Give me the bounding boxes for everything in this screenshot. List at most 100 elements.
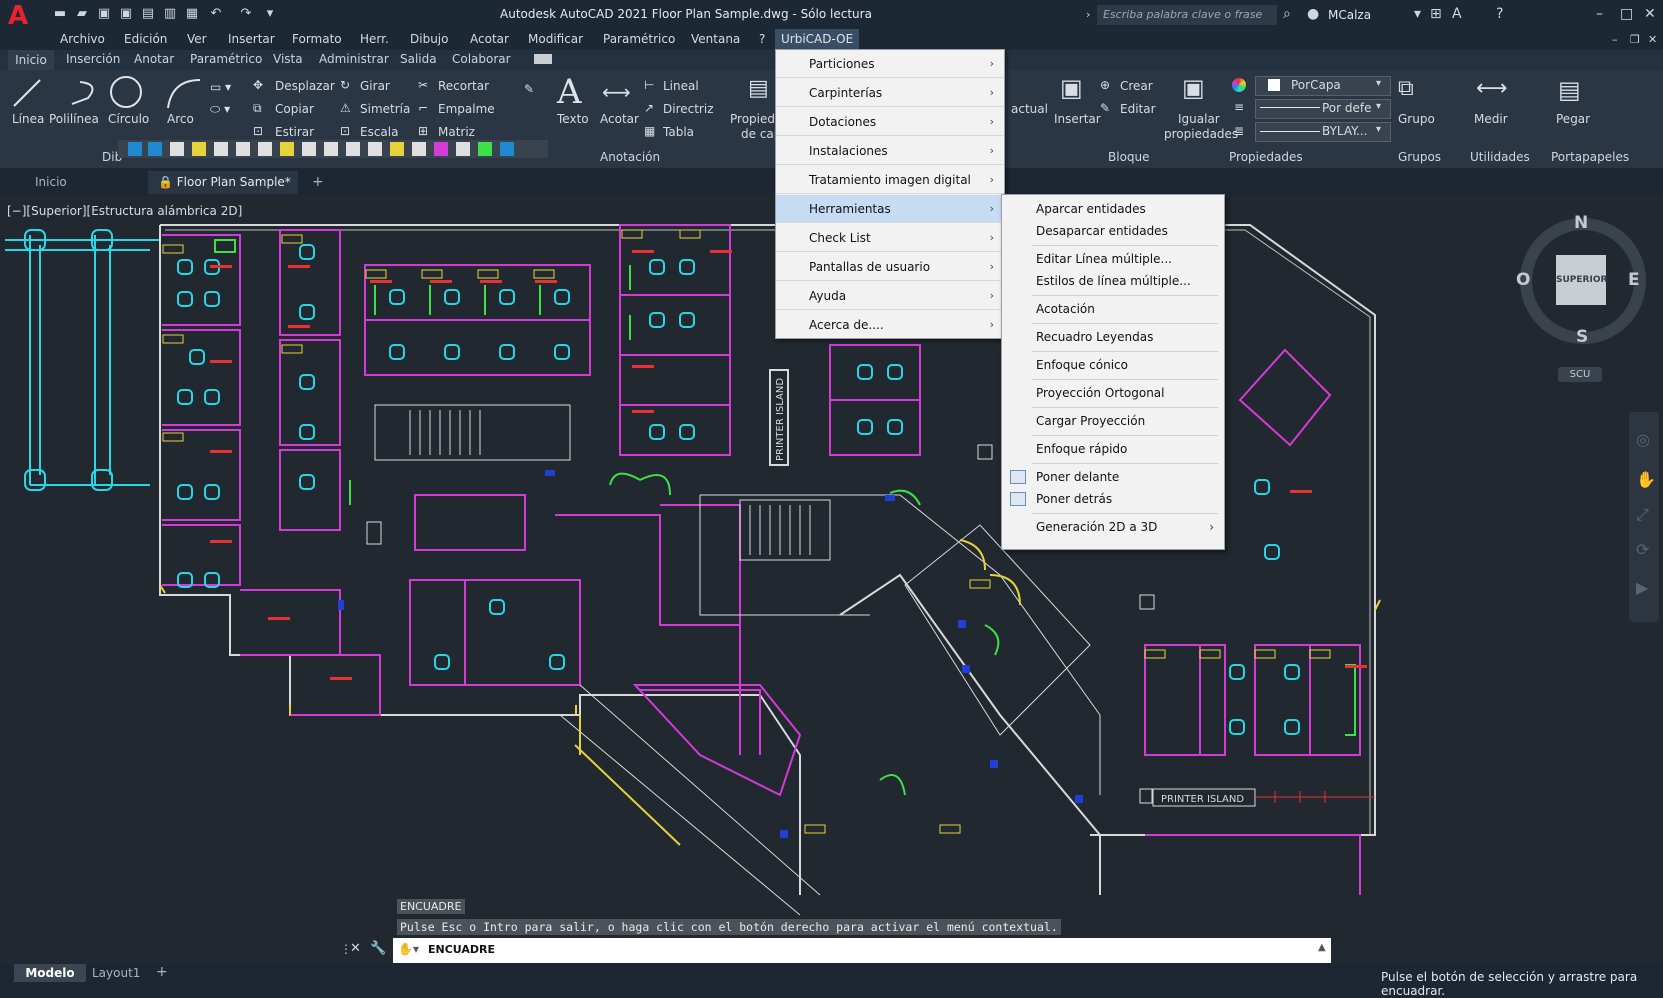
leader-button[interactable]: Directriz [663,102,714,116]
hatch-icon[interactable]: ⬭ ▾ [210,102,230,117]
menu-item-dotaciones[interactable]: Dotaciones › [776,108,1004,136]
fillet-button[interactable]: Empalme [438,102,495,116]
save-as-icon[interactable]: ▣ [118,6,134,22]
layer-properties-label-1[interactable]: Propied [730,112,775,126]
submenu-poner-delante[interactable]: Poner delante [1002,466,1224,488]
tab-vista[interactable]: Vista [273,52,303,66]
rotate-button[interactable]: Girar [360,79,390,93]
submenu-recuadro-leyendas[interactable]: Recuadro Leyendas [1002,326,1224,348]
menu-insertar[interactable]: Insertar [228,32,275,46]
mirror-button[interactable]: Simetría [360,102,410,116]
match-properties-label-1[interactable]: Igualar [1178,112,1220,126]
file-tab-document[interactable]: 🔒 Floor Plan Sample* ✕ [148,171,298,212]
menu-item-acerca-de[interactable]: Acerca de.... › [776,311,1004,339]
annotation-panel-title[interactable]: Anotación [600,150,660,164]
menu-item-check-list[interactable]: Check List › [776,224,1004,252]
new-tab-icon[interactable]: + [312,174,324,190]
menu-archivo[interactable]: Archivo [60,32,105,46]
linear-dim-button[interactable]: Lineal [663,79,699,93]
ucs-menu[interactable]: SCU [1558,367,1602,382]
menu-parametrico[interactable]: Paramétrico [603,32,675,46]
menu-item-carpinterias[interactable]: Carpinterías › [776,79,1004,107]
arc-tool-label[interactable]: Arco [167,112,194,126]
clipboard-panel-title[interactable]: Portapapeles [1551,150,1629,164]
cart-icon[interactable]: ⊞ [1430,6,1442,22]
polyline-tool-label[interactable]: Polilínea [49,112,99,126]
copy-button[interactable]: Copiar [275,102,314,116]
menu-ver[interactable]: Ver [187,32,207,46]
file-tab-home[interactable]: Inicio [10,171,140,194]
tab-colaborar[interactable]: Colaborar [452,52,511,66]
toolbar-icons-strip[interactable] [118,140,548,158]
tab-anotar[interactable]: Anotar [134,52,174,66]
line-tool-label[interactable]: Línea [12,112,44,126]
submenu-aparcar-entidades[interactable]: Aparcar entidades [1002,198,1224,220]
menu-herr[interactable]: Herr. [360,32,389,46]
share-icon[interactable]: ▥ [162,6,178,22]
array-button[interactable]: Matriz [438,125,475,139]
tab-administrar[interactable]: Administrar [319,52,389,66]
edit-button[interactable]: Editar [1120,102,1156,116]
ribbon-toggle-icon[interactable] [534,54,552,64]
menu-item-particiones[interactable]: Particiones › [776,50,1004,78]
redo-icon[interactable]: ↷ [238,6,254,22]
submenu-acotacion[interactable]: Acotación [1002,298,1224,320]
compass-west[interactable]: O [1516,270,1530,290]
color-wheel-icon[interactable] [1232,78,1246,92]
quick-access-dropdown-icon[interactable]: ▾ [262,6,278,22]
command-customize-icon[interactable]: 🔧 [370,941,386,956]
compass-north[interactable]: N [1574,213,1588,233]
menu-item-instalaciones[interactable]: Instalaciones › [776,137,1004,165]
text-button[interactable]: Texto [557,112,589,126]
trim-button[interactable]: Recortar [438,79,489,93]
block-panel-title[interactable]: Bloque [1108,150,1150,164]
circle-tool-label[interactable]: Círculo [108,112,149,126]
pencil-icon[interactable]: ✎ [524,82,534,96]
measure-button[interactable]: Medir [1474,112,1508,126]
insert-button[interactable]: Insertar [1054,112,1101,126]
menu-acotar[interactable]: Acotar [470,32,509,46]
close-icon[interactable]: ✕ [1644,6,1656,22]
command-line-text[interactable]: ENCUADRE [428,943,495,956]
menu-item-ayuda[interactable]: Ayuda › [776,282,1004,310]
submenu-editar-linea-multiple[interactable]: Editar Línea múltiple... [1002,248,1224,270]
open-folder-icon[interactable]: ▰ [74,6,90,22]
search-icon[interactable]: ⌕ [1283,6,1291,22]
menu-item-tratamiento-imagen[interactable]: Tratamiento imagen digital › [776,166,1004,194]
create-button[interactable]: Crear [1120,79,1153,93]
rectangle-icon[interactable]: ▭ ▾ [210,80,231,94]
add-layout-icon[interactable]: + [156,964,168,980]
tab-inicio[interactable]: Inicio [8,50,54,72]
paste-button[interactable]: Pegar [1556,112,1590,126]
menu-formato[interactable]: Formato [292,32,342,46]
steering-wheel-icon[interactable]: ◎ [1636,430,1650,449]
showmotion-icon[interactable]: ▶ [1636,578,1648,597]
menu-ventana[interactable]: Ventana [691,32,740,46]
table-button[interactable]: Tabla [663,125,694,139]
plot-icon[interactable]: ▦ [184,6,200,22]
submenu-generacion-2d-3d[interactable]: Generación 2D a 3D › [1002,516,1224,538]
menu-dibujo[interactable]: Dibujo [410,32,448,46]
submenu-desaparcar-entidades[interactable]: Desaparcar entidades [1002,220,1224,242]
submenu-estilos-linea-multiple[interactable]: Estilos de línea múltiple... [1002,270,1224,292]
command-line-input[interactable] [393,938,1331,963]
menu-urbicad[interactable]: UrbiCAD-OE [775,29,860,49]
doc-close-icon[interactable]: ✕ [1648,32,1657,48]
submenu-proyeccion-ortogonal[interactable]: Proyección Ortogonal [1002,382,1224,404]
submenu-enfoque-rapido[interactable]: Enfoque rápido [1002,438,1224,460]
maximize-icon[interactable]: □ [1620,6,1633,22]
undo-icon[interactable]: ↶ [208,6,224,22]
submenu-cargar-proyeccion[interactable]: Cargar Proyección [1002,410,1224,432]
properties-panel-title[interactable]: Propiedades [1229,150,1303,164]
compass-south[interactable]: S [1576,327,1588,347]
search-input[interactable]: Escriba palabra clave o frase [1097,5,1277,25]
viewcube-top-face[interactable]: SUPERIOR [1556,255,1607,305]
menu-edicion[interactable]: Edición [124,32,167,46]
menu-item-herramientas[interactable]: Herramientas › [776,195,1004,223]
move-button[interactable]: Desplazar [275,79,335,93]
utilities-panel-title[interactable]: Utilidades [1470,150,1530,164]
compass-east[interactable]: E [1628,270,1640,290]
layout-tab-layout1[interactable]: Layout1 [92,966,140,980]
layout-tab-model[interactable]: Modelo [14,964,86,982]
scale-button[interactable]: Escala [360,125,398,139]
